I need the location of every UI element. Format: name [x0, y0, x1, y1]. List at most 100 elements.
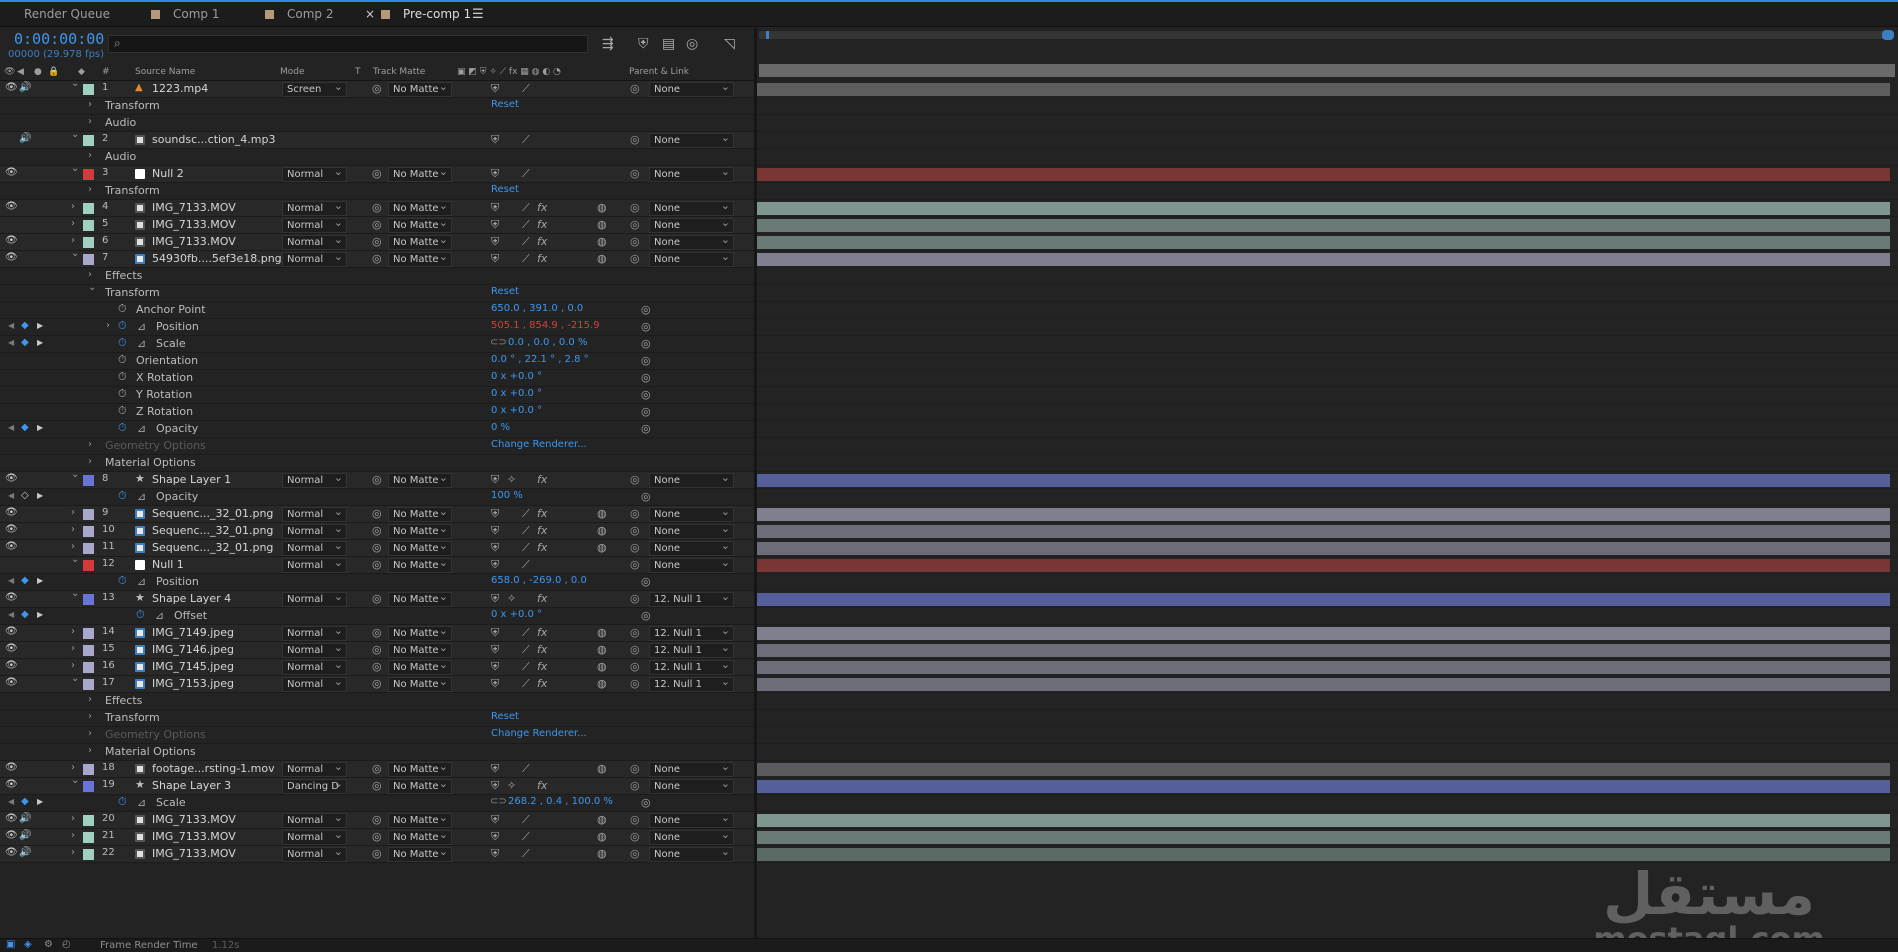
- chevron-right-icon[interactable]: ›: [88, 99, 92, 110]
- shy-switch-icon[interactable]: ⛨: [491, 643, 499, 657]
- chevron-right-icon[interactable]: ›: [88, 694, 92, 705]
- draft-3d-icon[interactable]: ⛨: [638, 36, 649, 52]
- layer-row[interactable]: 👁🔊 › 21 IMG_7133.MOV Normal ◎ No Matte ⛨ ⟋ ◍ ◎ None: [0, 829, 754, 846]
- label-color-swatch[interactable]: [83, 543, 94, 554]
- blend-mode-dropdown[interactable]: Normal: [282, 473, 347, 488]
- parent-dropdown[interactable]: None: [649, 558, 734, 573]
- quality-switch-icon[interactable]: ⟋: [522, 507, 530, 521]
- property-value[interactable]: 0.0 ° , 22.1 ° , 2.8 °: [491, 354, 589, 365]
- layer-duration-bar[interactable]: [757, 253, 1890, 266]
- matte-pickwhip-icon[interactable]: ◎: [372, 218, 382, 231]
- graph-icon[interactable]: ⊿: [137, 337, 146, 350]
- label-color-swatch[interactable]: [83, 560, 94, 571]
- chevron-right-icon[interactable]: ›: [71, 762, 75, 773]
- blend-mode-dropdown[interactable]: Normal: [282, 813, 347, 828]
- chevron-right-icon[interactable]: ›: [71, 201, 75, 212]
- parent-dropdown[interactable]: None: [649, 235, 734, 250]
- label-color-swatch[interactable]: [83, 781, 94, 792]
- layer-name[interactable]: 1223.mp4: [152, 82, 208, 95]
- expression-pickwhip-icon[interactable]: ◎: [641, 405, 651, 418]
- track-matte-dropdown[interactable]: No Matte: [388, 592, 452, 607]
- chevron-down-icon[interactable]: ⌄: [71, 78, 79, 89]
- layer-row[interactable]: 👁 ⌄ 17 IMG_7153.jpeg Normal ◎ No Matte ⛨ ⟋ fx ◍ ◎ 12…: [0, 673, 754, 693]
- parent-pickwhip-icon[interactable]: ◎: [630, 660, 640, 673]
- property-row[interactable]: ◀ ◆ ▶ ⏱ ⊿ Scale ⊂⊃ 0.0 , 0.0 , 0.0 % ◎: [0, 336, 754, 353]
- stopwatch-icon[interactable]: ⏱: [118, 489, 127, 503]
- quality-switch-icon[interactable]: ⟋: [522, 813, 530, 827]
- layer-search-input[interactable]: ⌕: [108, 35, 588, 53]
- layer-duration-bar[interactable]: [757, 831, 1890, 844]
- audio-speaker-icon[interactable]: 🔊: [19, 813, 31, 824]
- prev-keyframe-icon[interactable]: ◀: [8, 491, 14, 500]
- parent-pickwhip-icon[interactable]: ◎: [630, 762, 640, 775]
- parent-pickwhip-icon[interactable]: ◎: [630, 643, 640, 656]
- parent-pickwhip-icon[interactable]: ◎: [630, 541, 640, 554]
- blend-mode-dropdown[interactable]: Normal: [282, 507, 347, 522]
- 3d-layer-switch-icon[interactable]: ◍: [597, 660, 607, 673]
- parent-pickwhip-icon[interactable]: ◎: [630, 167, 640, 180]
- video-visibility-icon[interactable]: 👁: [5, 813, 18, 824]
- parent-pickwhip-icon[interactable]: ◎: [630, 592, 640, 605]
- keyframe-diamond-icon[interactable]: ◆: [21, 575, 29, 586]
- video-visibility-icon[interactable]: 👁: [5, 847, 18, 858]
- layer-row[interactable]: › 5 IMG_7133.MOV Normal ◎ No Matte ⛨ ⟋ fx ◍ ◎ None: [0, 217, 754, 234]
- stopwatch-icon[interactable]: ⏱: [136, 608, 145, 622]
- quality-switch-icon[interactable]: ⟋: [522, 830, 530, 844]
- collapse-switch-icon[interactable]: ✧: [507, 779, 516, 792]
- graph-editor-icon[interactable]: ◹: [724, 36, 735, 52]
- next-keyframe-icon[interactable]: ▶: [37, 576, 43, 585]
- layer-name[interactable]: 54930fb....5ef3e18.png: [152, 252, 282, 265]
- layer-row[interactable]: 👁 › 9 Sequenc..._32_01.png Normal ◎ No Matte ⛨ ⟋…: [0, 506, 754, 523]
- parent-dropdown[interactable]: None: [649, 82, 734, 97]
- quality-switch-icon[interactable]: ⟋: [522, 626, 530, 640]
- expression-pickwhip-icon[interactable]: ◎: [641, 388, 651, 401]
- property-value[interactable]: 100 %: [491, 490, 523, 501]
- parent-pickwhip-icon[interactable]: ◎: [630, 558, 640, 571]
- track-matte-dropdown[interactable]: No Matte: [388, 524, 452, 539]
- quality-switch-icon[interactable]: ⟋: [522, 218, 530, 232]
- layer-name[interactable]: IMG_7133.MOV: [152, 201, 236, 214]
- label-color-swatch[interactable]: [83, 832, 94, 843]
- layer-duration-bar[interactable]: [757, 814, 1890, 827]
- prev-keyframe-icon[interactable]: ◀: [8, 610, 14, 619]
- layer-row[interactable]: 👁🔊 ⌄ 1 ▲ 1223.mp4 Screen ◎ No Matte ⛨ ⟋ ◎ None: [0, 78, 754, 98]
- layer-duration-bar[interactable]: [757, 661, 1890, 674]
- label-color-swatch[interactable]: [83, 662, 94, 673]
- chevron-down-icon[interactable]: ⌄: [71, 554, 79, 565]
- layer-row[interactable]: 👁 › 4 IMG_7133.MOV Normal ◎ No Matte ⛨ ⟋ fx ◍ ◎ None: [0, 200, 754, 217]
- layer-duration-bar[interactable]: [757, 780, 1890, 793]
- shy-switch-icon[interactable]: ⛨: [491, 167, 499, 181]
- 3d-layer-switch-icon[interactable]: ◍: [597, 677, 607, 690]
- track-matte-dropdown[interactable]: No Matte: [388, 507, 452, 522]
- video-visibility-icon[interactable]: 👁: [5, 592, 18, 603]
- parent-pickwhip-icon[interactable]: ◎: [630, 235, 640, 248]
- chevron-right-icon[interactable]: ›: [88, 184, 92, 195]
- chevron-down-icon[interactable]: ⌄: [71, 163, 79, 174]
- property-row[interactable]: ⏱ Z Rotation 0 x +0.0 ° ◎: [0, 404, 754, 421]
- chevron-right-icon[interactable]: ›: [88, 745, 92, 756]
- matte-pickwhip-icon[interactable]: ◎: [372, 626, 382, 639]
- quality-switch-icon[interactable]: ⟋: [522, 643, 530, 657]
- expression-pickwhip-icon[interactable]: ◎: [641, 354, 651, 367]
- label-color-swatch[interactable]: [83, 594, 94, 605]
- chevron-down-icon[interactable]: ⌄: [71, 469, 79, 480]
- shy-switch-icon[interactable]: ⛨: [491, 847, 499, 861]
- parent-dropdown[interactable]: None: [649, 779, 734, 794]
- effects-switch-icon[interactable]: fx: [537, 643, 547, 656]
- layer-row[interactable]: 👁 ⌄ 7 54930fb....5ef3e18.pngNormal ◎ No Matte…: [0, 248, 754, 268]
- chevron-right-icon[interactable]: ›: [71, 507, 75, 518]
- next-keyframe-icon[interactable]: ▶: [37, 423, 43, 432]
- matte-pickwhip-icon[interactable]: ◎: [372, 677, 382, 690]
- matte-pickwhip-icon[interactable]: ◎: [372, 558, 382, 571]
- chevron-right-icon[interactable]: ›: [71, 524, 75, 535]
- property-value[interactable]: 0.0 , 0.0 , 0.0 %: [508, 337, 587, 348]
- 3d-layer-switch-icon[interactable]: ◍: [597, 541, 607, 554]
- layer-duration-bar[interactable]: [757, 542, 1890, 555]
- label-color-swatch[interactable]: [83, 509, 94, 520]
- track-matte-dropdown[interactable]: No Matte: [388, 830, 452, 845]
- shy-switch-icon[interactable]: ⛨: [491, 133, 499, 147]
- 3d-layer-switch-icon[interactable]: ◍: [597, 252, 607, 265]
- layer-duration-bar[interactable]: [757, 678, 1890, 691]
- matte-pickwhip-icon[interactable]: ◎: [372, 541, 382, 554]
- property-row[interactable]: › Transform Reset: [0, 710, 754, 727]
